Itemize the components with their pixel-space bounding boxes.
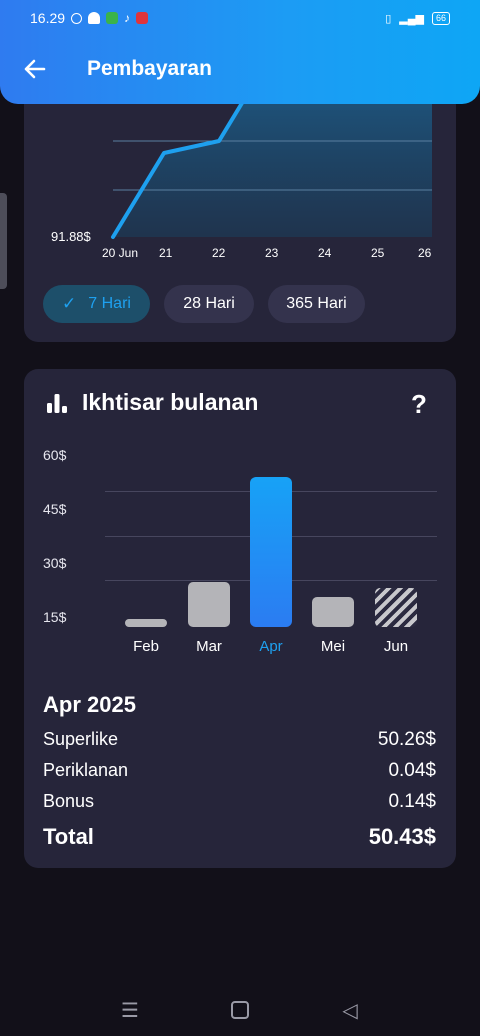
back-arrow-icon[interactable] — [22, 56, 48, 82]
vibrate-icon: ▯ — [385, 12, 392, 25]
status-time: 16.29 — [30, 10, 66, 26]
monthly-title: Ikhtisar bulanan — [82, 389, 259, 415]
line-chart-x-label: 24 — [318, 246, 332, 260]
signal-icon: ▂▄▆ — [399, 12, 424, 25]
line-chart-x-label: 22 — [212, 246, 226, 260]
summary-row-label: Bonus — [43, 791, 95, 811]
back-button[interactable]: ◁ — [330, 990, 370, 1030]
x-axis-label-mei: Mei — [320, 638, 346, 655]
y-axis-label: 60$ — [43, 447, 67, 463]
y-axis-label: 30$ — [43, 555, 67, 571]
line-chart-y-label: 91.88$ — [51, 229, 92, 244]
y-axis-label: 15$ — [43, 609, 67, 625]
battery-icon: 66 — [431, 11, 450, 25]
summary-period: Apr 2025 — [43, 692, 136, 717]
tiktok-icon: ♪ — [124, 11, 131, 25]
status-left: 16.29 ♪ — [30, 10, 149, 26]
line-chart-x-label: 23 — [265, 246, 279, 260]
bar-chart-icon — [47, 394, 67, 413]
page-title: Pembayaran — [87, 57, 212, 80]
chip-label: 7 Hari — [88, 295, 131, 312]
summary-row-label: Periklanan — [43, 760, 129, 780]
x-axis-label-mar: Mar — [196, 638, 222, 655]
line-chart-x-label: 20 Jun — [102, 246, 138, 260]
bar-apr[interactable] — [250, 476, 292, 627]
system-nav-bar: ☰ ◁ — [0, 990, 480, 1036]
status-bar: 16.29 ♪ ▯ ▂▄▆ 66 — [0, 0, 480, 36]
x-axis-label-apr: Apr — [259, 638, 283, 655]
x-axis-label-jun: Jun — [383, 638, 409, 655]
summary-total-label: Total — [43, 824, 94, 849]
chip-label: 28 Hari — [183, 295, 235, 312]
x-axis-label-feb: Feb — [133, 638, 159, 655]
summary-row-label: Superlike — [43, 729, 119, 749]
line-chart-x-label: 26 — [418, 246, 432, 260]
summary-row-value: 0.14$ — [388, 791, 436, 812]
check-icon: ✓ — [62, 294, 77, 313]
bar-mei[interactable] — [312, 597, 354, 627]
app-notification-icon-green — [106, 12, 119, 24]
home-icon — [231, 1001, 249, 1019]
menu-icon: ☰ — [121, 999, 139, 1022]
chip-365-days[interactable]: 365 Hari — [268, 285, 365, 323]
screen-record-icon — [136, 12, 149, 24]
line-chart-x-label: 21 — [159, 246, 173, 260]
bar-mar[interactable] — [188, 582, 230, 627]
status-right: ▯ ▂▄▆ 66 — [385, 11, 450, 25]
bar-feb[interactable] — [125, 619, 167, 627]
app-notification-icon — [88, 12, 101, 24]
chip-label: 365 Hari — [286, 295, 347, 312]
y-axis-label: 45$ — [43, 501, 67, 517]
help-button[interactable]: ? — [411, 389, 427, 420]
whatsapp-icon — [71, 12, 83, 24]
summary-total-value: 50.43$ — [368, 824, 436, 849]
summary-row-value: 0.04$ — [388, 760, 436, 781]
recent-apps-button[interactable]: ☰ — [110, 990, 150, 1030]
line-chart-x-label: 25 — [371, 246, 385, 260]
home-button[interactable] — [220, 990, 260, 1030]
chip-7-days[interactable]: ✓ 7 Hari — [43, 285, 150, 323]
side-edge-handle[interactable] — [0, 193, 7, 289]
back-triangle-icon: ◁ — [342, 999, 358, 1022]
summary-row-value: 50.26$ — [377, 729, 436, 750]
chip-28-days[interactable]: 28 Hari — [164, 285, 254, 323]
bar-jun[interactable] — [375, 588, 417, 627]
